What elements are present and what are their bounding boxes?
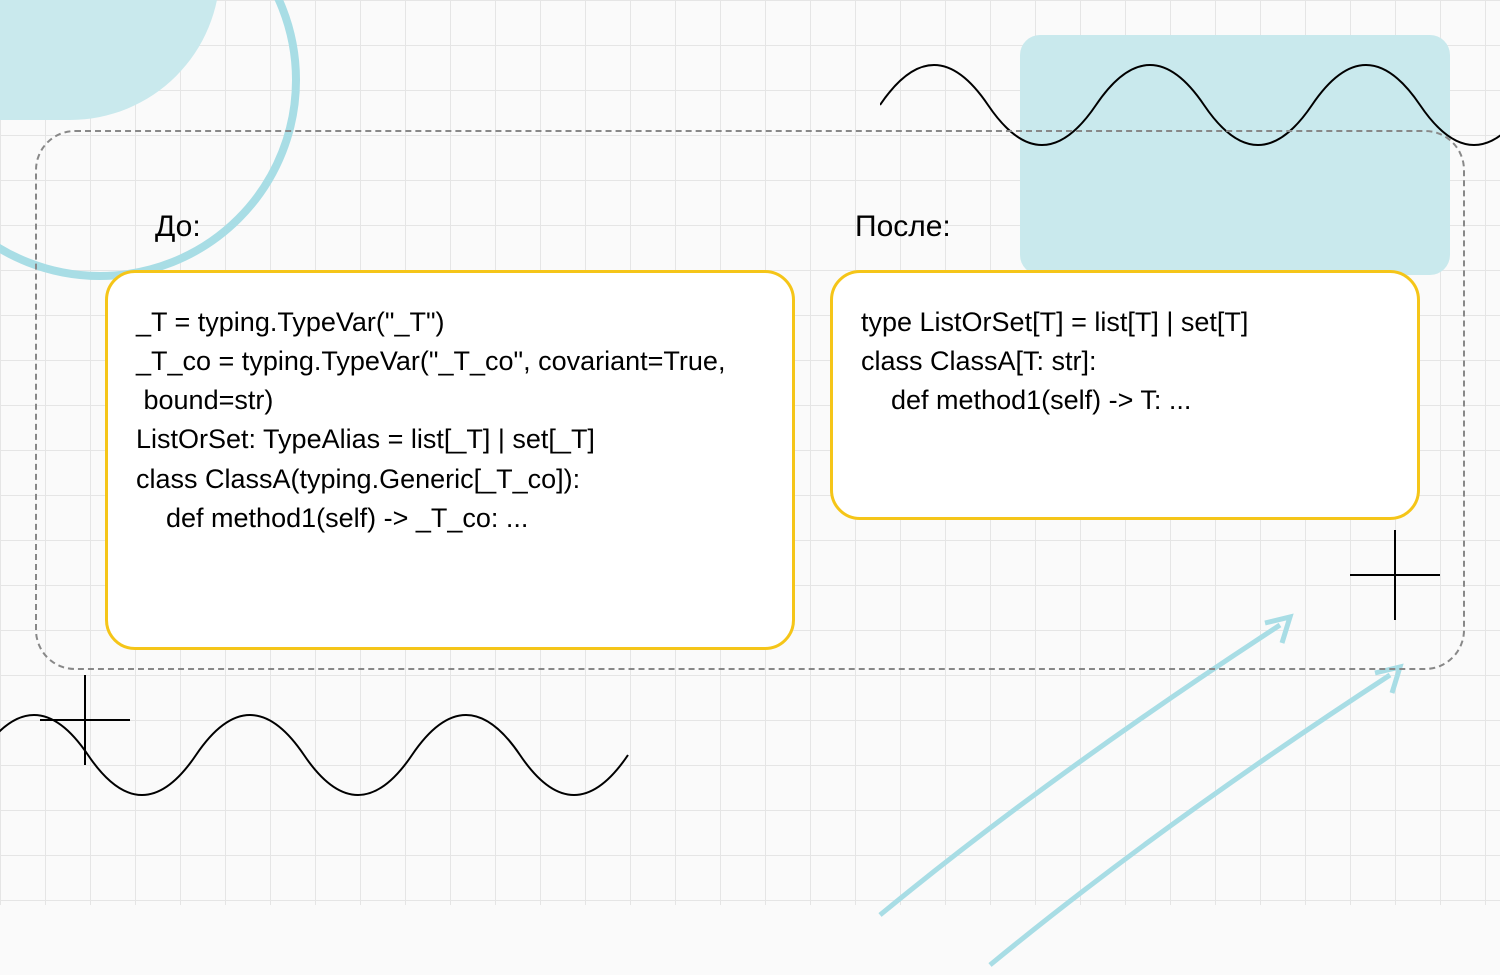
decoration-arrow <box>960 625 1460 975</box>
code-after-line: class ClassA[T: str]: <box>861 342 1389 381</box>
code-after-line: def method1(self) -> T: ... <box>861 381 1389 420</box>
code-box-before: _T = typing.TypeVar("_T") _T_co = typing… <box>105 270 795 650</box>
code-before-line: _T_co = typing.TypeVar("_T_co", covarian… <box>136 342 764 381</box>
decoration-plus-icon <box>40 675 130 765</box>
label-after: После: <box>855 210 951 244</box>
code-box-after: type ListOrSet[T] = list[T] | set[T] cla… <box>830 270 1420 520</box>
decoration-plus-icon <box>1350 530 1440 620</box>
code-before-line: def method1(self) -> _T_co: ... <box>136 499 764 538</box>
code-before-line: bound=str) <box>136 381 764 420</box>
code-before-line: _T = typing.TypeVar("_T") <box>136 303 764 342</box>
code-before-line: class ClassA(typing.Generic[_T_co]): <box>136 460 764 499</box>
code-before-line: ListOrSet: TypeAlias = list[_T] | set[_T… <box>136 420 764 459</box>
label-before: До: <box>155 210 201 244</box>
code-after-line: type ListOrSet[T] = list[T] | set[T] <box>861 303 1389 342</box>
